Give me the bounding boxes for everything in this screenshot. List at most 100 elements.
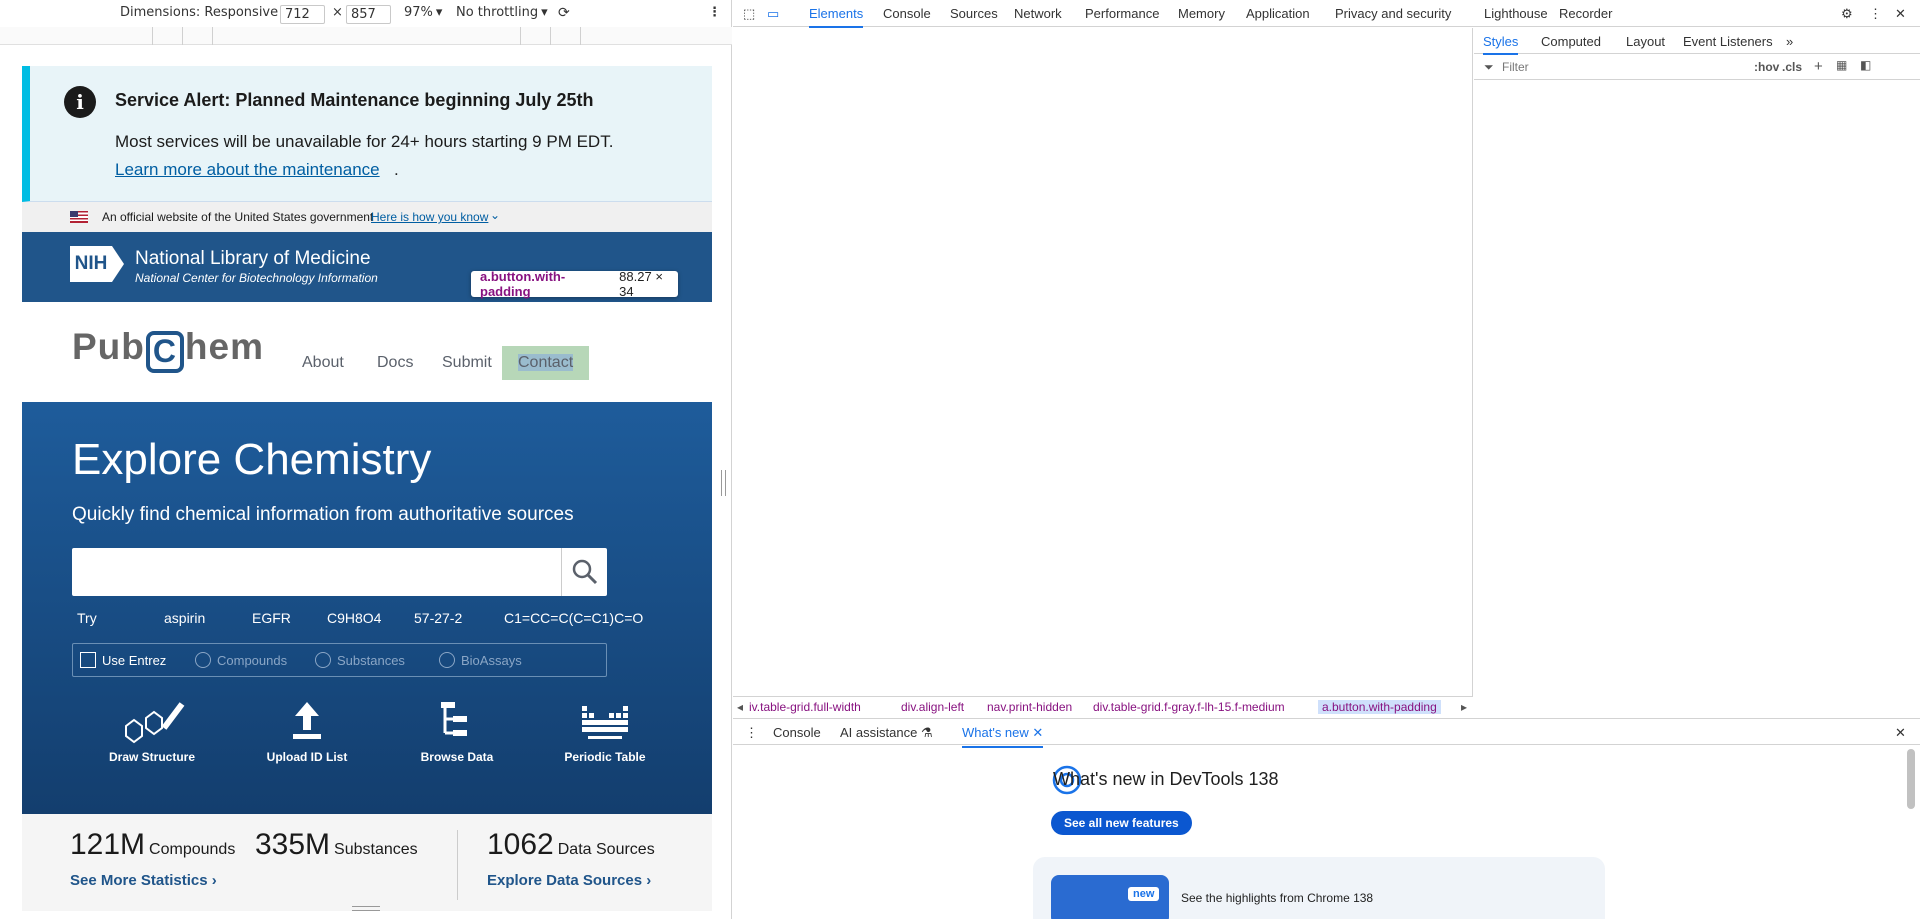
radio-label: Substances [337, 652, 405, 668]
search-input[interactable] [72, 548, 607, 596]
nih-title[interactable]: National Library of Medicine [135, 248, 371, 270]
tab-application[interactable]: Application [1246, 6, 1310, 21]
breadcrumb-scroll-right[interactable]: ▸ [1461, 700, 1467, 714]
search-button[interactable] [561, 548, 607, 596]
close-drawer-icon[interactable]: ✕ [1895, 725, 1906, 741]
breadcrumb-item[interactable]: div.table-grid.f-gray.f-lh-15.f-medium [1093, 700, 1285, 714]
tool-label: Upload ID List [266, 750, 348, 764]
resize-handle-bottom[interactable] [352, 906, 380, 911]
example-link[interactable]: 57-27-2 [414, 610, 462, 626]
plus-icon[interactable]: + [1814, 58, 1823, 75]
more-options-icon[interactable]: ⋮ [708, 5, 721, 20]
tab-recorder[interactable]: Recorder [1559, 6, 1612, 21]
close-icon[interactable]: ✕ [1895, 6, 1906, 22]
nih-logo[interactable]: NIH [70, 246, 112, 282]
drawer-tab-whats-new[interactable]: What's new ✕ [962, 725, 1044, 748]
breadcrumb: ◂ iv.table-grid.full-width div.align-lef… [733, 696, 1473, 717]
more-options-icon[interactable]: ⋮ [1869, 6, 1882, 22]
tab-elements[interactable]: Elements [809, 6, 864, 28]
nav-docs[interactable]: Docs [361, 346, 429, 380]
tab-lighthouse[interactable]: Lighthouse [1484, 6, 1548, 21]
tab-privacy-security[interactable]: Privacy and security [1335, 6, 1451, 21]
device-toggle-icon[interactable]: ▭ [767, 6, 779, 22]
more-tabs-icon[interactable]: » [1786, 34, 1793, 49]
tab-memory[interactable]: Memory [1178, 6, 1225, 21]
throttle-label: No throttling [456, 5, 539, 20]
width-input[interactable]: 712 [280, 5, 325, 24]
tool-browse-data[interactable]: Browse Data [387, 698, 527, 764]
drawer-scrollbar[interactable] [1907, 749, 1915, 809]
styles-filter-bar: ⏷ Filter :hov .cls + ▦ ◧ [1474, 54, 1920, 80]
styles-tabbar: Styles Computed Layout Event Listeners » [1474, 28, 1920, 55]
tab-performance[interactable]: Performance [1085, 6, 1159, 21]
nav-contact[interactable]: Contact [502, 346, 590, 380]
tab-computed[interactable]: Computed [1541, 34, 1601, 49]
see-all-features-button[interactable]: See all new features [1051, 811, 1192, 835]
example-link[interactable]: EGFR [252, 610, 291, 626]
zoom-dropdown[interactable]: 97% ▾ [404, 5, 442, 20]
nav-about[interactable]: About [286, 346, 360, 380]
inspect-element-icon[interactable]: ⬚ [743, 6, 755, 22]
breadcrumb-item[interactable]: div.align-left [901, 700, 964, 714]
tool-draw-structure[interactable]: Draw Structure [82, 698, 222, 764]
radio-button[interactable] [315, 652, 331, 668]
tool-upload-id-list[interactable]: Upload ID List [237, 698, 377, 764]
height-input[interactable]: 857 [346, 5, 391, 24]
rotate-icon[interactable]: ⟳ [558, 5, 570, 21]
breadcrumb-item[interactable]: iv.table-grid.full-width [749, 700, 861, 714]
alert-title: Service Alert: Planned Maintenance begin… [115, 90, 594, 110]
radio-bioassays[interactable]: BioAssays [439, 652, 522, 668]
dimensions-dropdown[interactable]: Dimensions: Responsive▾ [120, 5, 288, 20]
checkbox-box[interactable] [80, 652, 96, 668]
chevron-down-icon[interactable]: ⌄ [490, 208, 500, 222]
example-link[interactable]: C9H8O4 [327, 610, 381, 626]
radio-button[interactable] [439, 652, 455, 668]
link-label: Explore Data Sources [487, 872, 643, 889]
alert-link[interactable]: Learn more about the maintenance [115, 160, 380, 180]
tab-network[interactable]: Network [1014, 6, 1062, 21]
entrez-options: Use Entrez Compounds Substances BioAssay… [72, 643, 607, 677]
tab-layout[interactable]: Layout [1626, 34, 1665, 49]
tab-styles[interactable]: Styles [1483, 34, 1519, 55]
elements-tree[interactable] [733, 28, 1473, 696]
hov-toggle[interactable]: :hov [1754, 60, 1779, 74]
service-alert: i Service Alert: Planned Maintenance beg… [22, 66, 712, 202]
nav-submit[interactable]: Submit [426, 346, 508, 380]
gov-banner: An official website of the United States… [22, 202, 712, 232]
sidebar-toggle-icon[interactable]: ◧ [1860, 58, 1871, 72]
drawer-tab-console[interactable]: Console [773, 725, 821, 740]
example-link[interactable]: C1=CC=C(C=C1)C=O [504, 610, 643, 626]
device-viewport: i Service Alert: Planned Maintenance beg… [22, 66, 712, 911]
gov-link[interactable]: Here is how you know [371, 210, 488, 224]
stat-substances: 335M Substances [255, 828, 418, 862]
radio-substances[interactable]: Substances [315, 652, 405, 668]
see-more-statistics-link[interactable]: See More Statistics › [70, 872, 217, 889]
filter-input[interactable]: Filter [1502, 60, 1529, 74]
breadcrumb-item[interactable]: nav.print-hidden [987, 700, 1072, 714]
drawer-menu-icon[interactable]: ⋮ [745, 725, 758, 741]
breadcrumb-item[interactable]: a.button.with-padding [1318, 700, 1441, 714]
resize-handle-right[interactable] [721, 470, 726, 496]
hexagon-icon: C [145, 331, 184, 373]
gear-icon[interactable]: ⚙ [1841, 6, 1853, 22]
paint-icon[interactable]: ▦ [1836, 58, 1847, 72]
tab-event-listeners[interactable]: Event Listeners [1683, 34, 1773, 49]
throttle-dropdown[interactable]: No throttling ▾ [456, 5, 548, 20]
stat-number: 335M [255, 828, 331, 861]
link-label: See More Statistics [70, 872, 208, 889]
tab-sources[interactable]: Sources [950, 6, 998, 21]
pubchem-logo[interactable]: Pub Chem [72, 326, 264, 373]
tool-label: Draw Structure [108, 750, 196, 764]
tab-console[interactable]: Console [883, 6, 931, 21]
tool-periodic-table[interactable]: Periodic Table [535, 698, 675, 764]
drawer-tab-ai-assistance[interactable]: AI assistance ⚗ [840, 725, 933, 741]
cls-toggle[interactable]: .cls [1782, 60, 1802, 74]
use-entrez-checkbox[interactable]: Use Entrez [80, 652, 166, 668]
example-link[interactable]: aspirin [164, 610, 205, 626]
close-icon[interactable]: ✕ [1032, 725, 1043, 740]
media-query-ruler[interactable] [0, 27, 732, 45]
radio-button[interactable] [195, 652, 211, 668]
explore-data-sources-link[interactable]: Explore Data Sources › [487, 872, 651, 889]
radio-compounds[interactable]: Compounds [195, 652, 287, 668]
breadcrumb-scroll-left[interactable]: ◂ [737, 700, 743, 714]
